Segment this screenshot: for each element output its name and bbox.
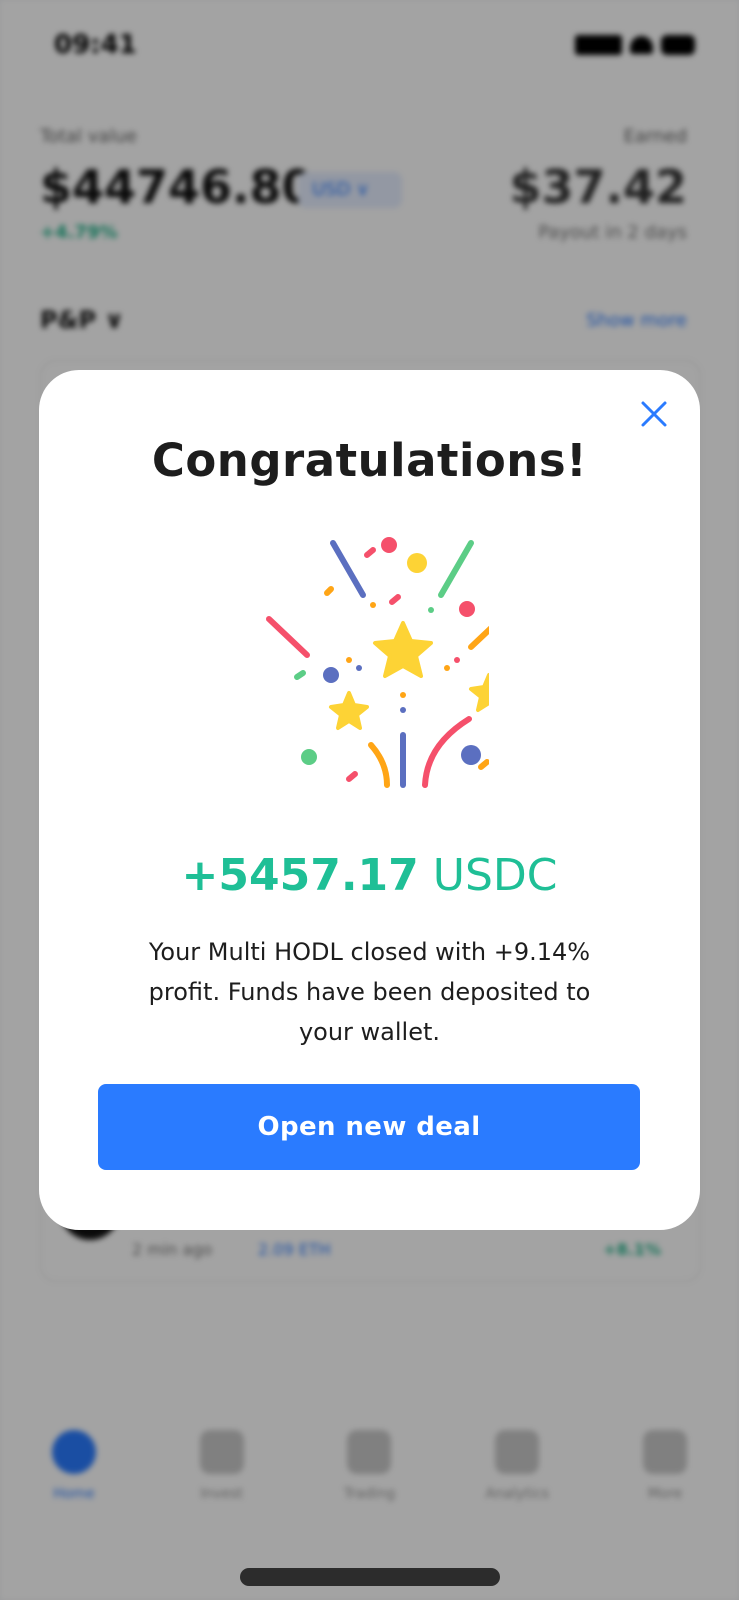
congratulations-modal: Congratulations! +5457.17 USDC Your Mult…: [39, 370, 700, 1230]
modal-title: Congratulations!: [151, 434, 588, 487]
close-button[interactable]: [636, 396, 672, 432]
close-icon: [641, 401, 667, 427]
profit-amount-number: +5457.17: [181, 850, 419, 901]
result-message: Your Multi HODL closed with +9.14% profi…: [148, 938, 591, 1046]
home-indicator[interactable]: [240, 1568, 500, 1586]
confetti-fireworks-icon: [266, 537, 489, 788]
profit-amount-unit: USDC: [432, 850, 558, 901]
open-new-deal-button[interactable]: Open new deal: [98, 1084, 640, 1170]
profit-amount: +5457.17 USDC: [39, 850, 700, 901]
